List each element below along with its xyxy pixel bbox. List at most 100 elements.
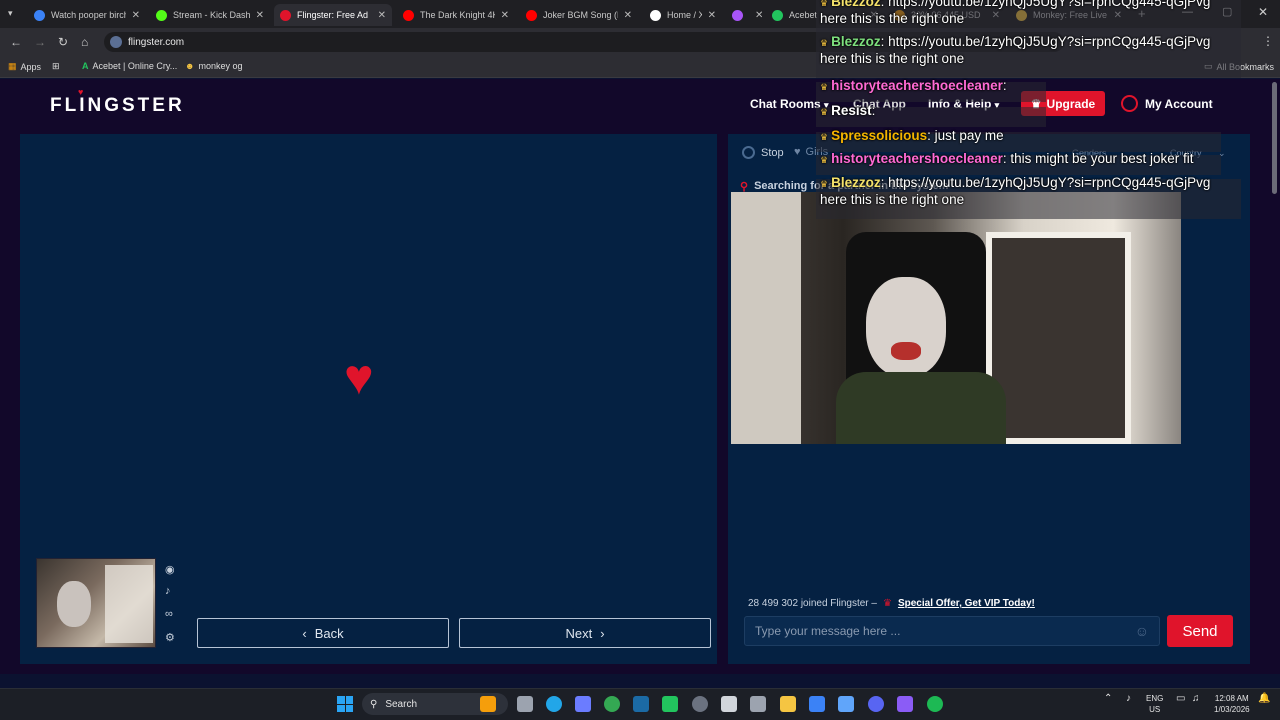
start-button[interactable] [337,696,353,712]
close-tab-icon[interactable]: ✕ [378,10,386,21]
forward-arrow-icon[interactable]: → [34,35,46,49]
close-tab-icon[interactable]: ✕ [624,10,632,21]
webcam-shelf [986,232,1131,444]
windows-icon [337,696,345,704]
chat-badge-icon: ♛ [820,82,829,92]
my-account-link[interactable]: My Account [1121,95,1213,112]
chat-message: ♛ Resist: [820,103,876,118]
self-video-preview [36,558,156,648]
tab-favicon-icon [156,9,167,21]
app-icon[interactable] [838,696,854,712]
streamer-webcam [731,192,1181,444]
edge-icon[interactable] [546,696,562,712]
stop-icon [742,146,755,159]
spotify-icon[interactable] [927,696,943,712]
tab-favicon-icon [526,9,537,21]
close-window-icon[interactable]: ✕ [1258,5,1268,19]
chat-message: ♛ Blezzoz: https://youtu.be/1zyhQjJ5UgY?s… [820,175,1211,207]
webcam-person [866,277,946,377]
store-icon[interactable] [809,696,825,712]
stop-button[interactable]: Stop [742,146,784,159]
chevron-right-icon: › [600,625,605,641]
browser-tab[interactable]: Watch pooper birch ✕ [28,4,146,26]
browser-tab[interactable]: Home / X ✕ [644,4,722,26]
vpn-icon[interactable] [575,696,591,712]
notification-icon[interactable]: 🔔 [1258,693,1270,704]
bookmark-grid[interactable]: ⊞ [52,61,60,72]
settings-icon[interactable] [750,696,766,712]
network-icon[interactable]: ▭ [1176,693,1185,704]
language-indicator[interactable]: ENG US [1146,693,1163,715]
chat-badge-icon: ♛ [820,155,829,165]
widgets-icon[interactable] [480,696,496,712]
settings-gear-icon[interactable]: ⚙ [165,631,175,644]
volume-icon[interactable]: ♫ [1192,693,1200,704]
tab-favicon-icon [34,9,45,21]
chat-badge-icon: ♛ [820,0,829,8]
browser-tab[interactable]: ✕ [726,4,762,26]
xbox-icon[interactable] [662,696,678,712]
close-tab-icon[interactable]: ✕ [755,10,762,21]
camera-icon[interactable]: ◉ [165,563,175,576]
microphone-icon[interactable]: ♪ [1126,693,1131,704]
menu-icon[interactable]: ⋮ [1262,34,1274,48]
self-face [57,581,91,627]
browser-tab[interactable]: The Dark Knight 4K H✕ [397,4,515,26]
bookmark-apps[interactable]: ▦ Apps [8,61,41,72]
site-logo[interactable]: FLINGSTER [50,95,185,117]
logo-heart-icon: ♥ [78,87,84,97]
home-icon[interactable]: ⌂ [81,35,88,49]
apps-grid-icon: ▦ [8,61,17,71]
acebet-icon: A [82,61,89,71]
message-input[interactable]: Type your message here ... ☺ [744,616,1160,646]
steam-icon[interactable] [633,696,649,712]
webcam-door [731,192,801,444]
monkey-icon: ☻ [185,61,195,71]
send-button[interactable]: Send [1167,615,1233,647]
back-arrow-icon[interactable]: ← [10,35,22,49]
close-tab-icon[interactable]: ✕ [132,10,140,21]
bookmark-monkey[interactable]: ☻ monkey og [185,61,243,71]
mask-icon[interactable]: ∞ [165,608,173,620]
heart-icon: ♥ [794,146,801,158]
notes-icon[interactable] [897,696,913,712]
clock[interactable]: 12:08 AM 1/03/2026 [1214,693,1250,715]
tab-search-icon[interactable]: ▾ [8,8,13,19]
close-tab-icon[interactable]: ✕ [708,10,716,21]
emoji-icon[interactable]: ☺ [1135,623,1149,639]
file-explorer-icon[interactable] [780,696,796,712]
chat-message: ♛ historyteachershoecleaner: this might b… [820,151,1194,166]
tab-favicon-icon [650,9,661,21]
joined-count: 28 499 302 joined Flingster – ♛ Special … [748,598,1035,609]
task-view-icon[interactable] [517,696,533,712]
tab-favicon-icon [280,9,291,21]
close-tab-icon[interactable]: ✕ [501,10,509,21]
grid-icon: ⊞ [52,61,60,71]
browser-tab[interactable]: Flingster: Free Ad ✕ [274,4,392,26]
page-scrollbar[interactable] [1272,82,1277,194]
chat-message: ♛ historyteachershoecleaner: [820,78,1007,93]
reload-icon[interactable]: ↻ [58,35,68,49]
chat-badge-icon: ♛ [820,107,829,117]
discord-icon[interactable] [868,696,884,712]
next-button[interactable]: Next › [459,618,711,648]
search-icon: ⚲ [370,698,378,710]
webcam-mouth [891,342,921,360]
chat-badge-icon: ♛ [820,179,829,189]
chat-message: ♛ Blezzoz: https://youtu.be/1zyhQjJ5UgY?s… [820,34,1211,66]
tab-favicon-icon [403,9,414,21]
self-shelf [105,565,153,643]
special-offer-link[interactable]: Special Offer, Get VIP Today! [898,598,1035,609]
microphone-icon[interactable]: ♪ [165,585,171,597]
back-button[interactable]: ‹ Back [197,618,449,648]
bookmark-acebet[interactable]: A Acebet | Online Cry... [82,61,177,71]
browser-tab[interactable]: Joker BGM Song (Bac✕ [520,4,638,26]
epic-icon[interactable] [721,696,737,712]
obs-icon[interactable] [692,696,708,712]
chevron-left-icon: ‹ [302,625,307,641]
browser-tab[interactable]: Stream - Kick Dashbo✕ [150,4,270,26]
tray-chevron-icon[interactable]: ⌃ [1104,693,1112,704]
close-tab-icon[interactable]: ✕ [256,10,264,21]
site-info-icon[interactable] [110,36,122,48]
chrome-icon[interactable] [604,696,620,712]
